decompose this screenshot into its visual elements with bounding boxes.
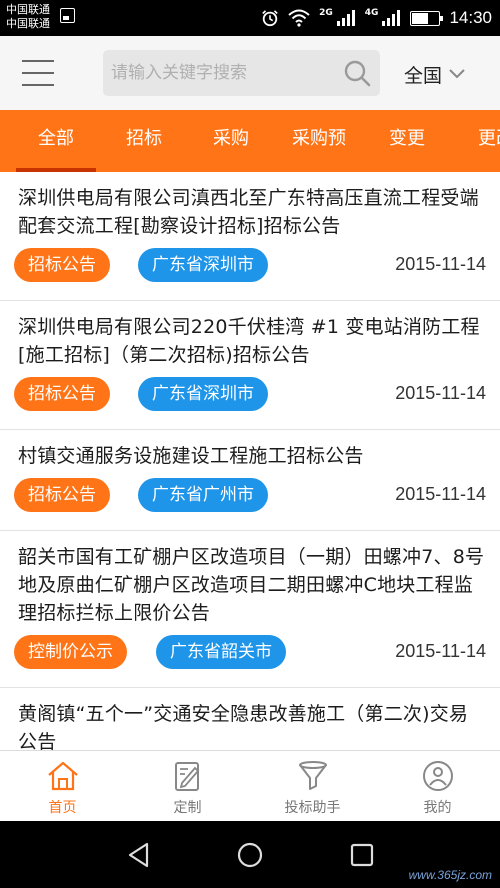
alarm-icon [262,10,278,27]
sim-card-icon [60,8,75,23]
region-badge: 广东省韶关市 [156,635,286,669]
list-item[interactable]: 韶关市国有工矿棚户区改造项目（一期）田螺冲7、8号地及原曲仁矿棚户区改造项目二期… [0,531,500,688]
network-type-2: 4G [364,8,379,18]
search-box[interactable] [103,50,380,96]
watermark: www.365jz.com [408,868,492,882]
bottom-nav: 首页 定制 投标助手 我的 [0,750,500,821]
status-bar: 中国联通 中国联通 2G 4G 14:30 [0,0,500,36]
list-item[interactable]: 村镇交通服务设施建设工程施工招标公告 招标公告 广东省广州市 2015-11-1… [0,430,500,531]
region-badge: 广东省深圳市 [138,248,268,282]
edit-icon [175,762,200,791]
item-title: 韶关市国有工矿棚户区改造项目（一期）田螺冲7、8号地及原曲仁矿棚户区改造项目二期… [18,546,485,624]
nav-home-label: 首页 [48,800,77,816]
search-input[interactable] [103,50,343,96]
tab-all[interactable]: 全部 [16,110,96,172]
menu-icon[interactable] [22,56,56,90]
home-icon [48,761,78,791]
tab-procurement[interactable]: 采购 [213,110,249,172]
item-title: 深圳供电局有限公司滇西北至广东特高压直流工程受端配套交流工程[勘察设计招标]招标… [18,187,479,237]
tab-bidding[interactable]: 招标 [126,110,162,172]
nav-profile-label: 我的 [423,800,452,816]
tab-more[interactable]: 更改 [478,110,500,172]
home-button-icon[interactable] [236,841,264,869]
region-badge: 广东省广州市 [138,478,268,512]
back-icon[interactable] [125,841,153,869]
type-badge: 招标公告 [14,248,110,282]
carrier-2: 中国联通 [6,17,50,30]
type-badge: 招标公告 [14,478,110,512]
carrier-names: 中国联通 中国联通 [6,3,50,31]
carrier-1: 中国联通 [6,3,50,16]
tab-procurement-preview[interactable]: 采购预 [292,110,346,172]
funnel-icon [299,761,327,790]
item-meta: 招标公告 广东省深圳市 2015-11-14 [14,246,486,300]
list-item[interactable]: 黄阁镇“五个一”交通安全隐患改善施工（第二次)交易公告 [0,688,500,750]
region-selector[interactable]: 全国 [404,60,466,88]
battery-icon [410,10,444,26]
item-meta: 招标公告 广东省深圳市 2015-11-14 [14,375,486,429]
network-type-1: 2G [319,8,333,18]
region-badge: 广东省深圳市 [138,377,268,411]
nav-custom[interactable]: 定制 [125,751,250,822]
system-nav-bar: www.365jz.com [0,821,500,888]
item-meta: 招标公告 广东省广州市 2015-11-14 [14,476,486,530]
chevron-down-icon [449,69,465,79]
profile-icon [423,761,453,791]
item-meta: 控制价公示 广东省韶关市 2015-11-14 [14,633,486,687]
nav-bid-assistant-label: 投标助手 [284,800,341,816]
item-title: 黄阁镇“五个一”交通安全隐患改善施工（第二次)交易公告 [18,703,469,750]
signal-icon-2 [382,10,401,26]
status-indicators: 2G 4G 14:30 [261,0,492,36]
item-title: 深圳供电局有限公司220千伏桂湾 #1 变电站消防工程[施工招标]（第二次招标)… [18,316,480,366]
item-date: 2015-11-14 [395,254,486,274]
wifi-icon [288,9,310,27]
nav-home[interactable]: 首页 [0,751,125,822]
signal-icon [336,10,355,26]
nav-custom-label: 定制 [173,800,202,816]
list-item[interactable]: 深圳供电局有限公司滇西北至广东特高压直流工程受端配套交流工程[勘察设计招标]招标… [0,172,500,301]
list-item[interactable]: 深圳供电局有限公司220千伏桂湾 #1 变电站消防工程[施工招标]（第二次招标)… [0,301,500,430]
item-date: 2015-11-14 [395,383,486,403]
nav-profile[interactable]: 我的 [375,751,500,822]
top-bar: 全国 [0,36,500,110]
search-icon[interactable] [342,58,372,88]
item-date: 2015-11-14 [395,641,486,661]
item-title: 村镇交通服务设施建设工程施工招标公告 [18,445,364,467]
battery-level [412,12,428,24]
recent-apps-icon[interactable] [348,841,376,869]
category-tabs: 全部 招标 采购 采购预 变更 更改 [0,110,500,172]
nav-bid-assistant[interactable]: 投标助手 [250,751,375,822]
type-badge: 招标公告 [14,377,110,411]
region-label: 全国 [404,64,443,87]
type-badge: 控制价公示 [14,635,127,669]
tab-changes[interactable]: 变更 [389,110,425,172]
item-date: 2015-11-14 [395,484,486,504]
clock: 14:30 [449,8,492,27]
tender-list: 深圳供电局有限公司滇西北至广东特高压直流工程受端配套交流工程[勘察设计招标]招标… [0,172,500,750]
